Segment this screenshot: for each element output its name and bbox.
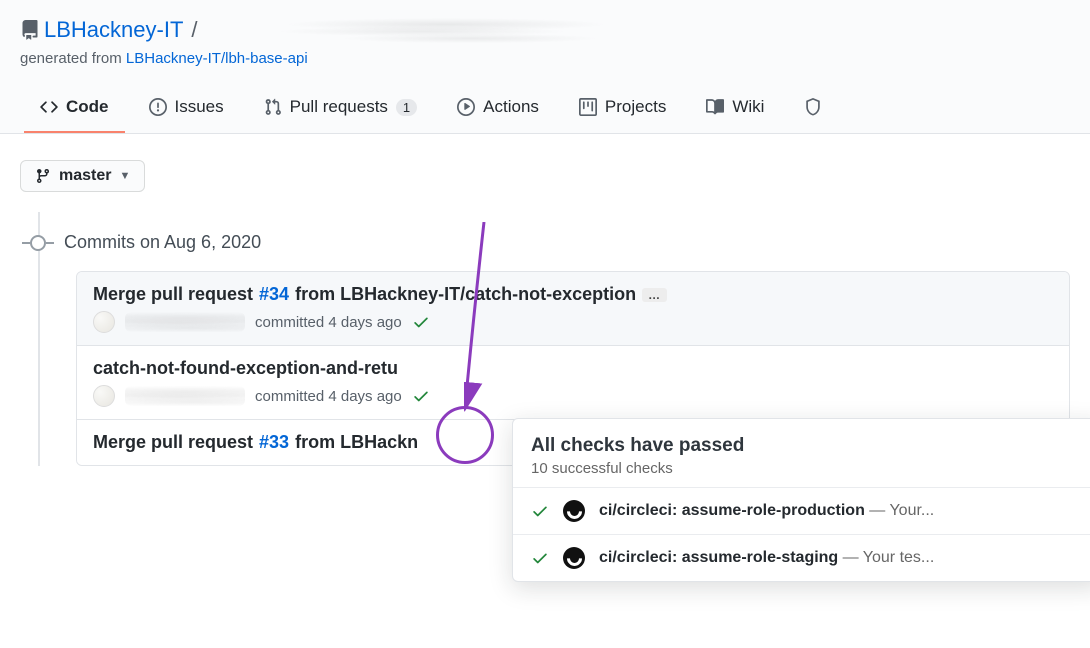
timeline-date: Commits on Aug 6, 2020 (64, 232, 261, 253)
avatar[interactable] (93, 385, 115, 407)
nav-actions-label: Actions (483, 97, 539, 117)
check-name: ci/circleci: assume-role-production (599, 502, 865, 519)
annotation-arrow (464, 222, 504, 412)
author-redacted (125, 386, 245, 406)
nav-pulls-label: Pull requests (290, 97, 388, 117)
generated-label: generated from (20, 50, 126, 67)
repo-name-redacted (206, 16, 686, 44)
repo-header: LBHackney-IT / generated from LBHackney-… (0, 0, 1090, 134)
commit-node-icon (30, 235, 46, 251)
annotation-circle (436, 406, 494, 464)
commit-item: catch-not-found-exception-and-retu commi… (77, 346, 1069, 420)
pulls-count-badge: 1 (396, 99, 417, 116)
branch-name: master (59, 167, 111, 185)
commit-time: committed 4 days ago (255, 388, 402, 405)
branch-selector[interactable]: master ▼ (20, 160, 145, 192)
commit-title-prefix: Merge pull request (93, 432, 253, 453)
pr-link[interactable]: #34 (259, 284, 289, 305)
tab-security[interactable] (788, 88, 822, 132)
check-row[interactable]: ci/circleci: assume-role-staging — Your … (513, 535, 1090, 581)
template-link[interactable]: LBHackney-IT/lbh-base-api (126, 50, 308, 67)
issues-icon (149, 98, 167, 116)
commit-meta: committed 4 days ago (93, 385, 1053, 407)
repo-title-row: LBHackney-IT / (20, 16, 1070, 44)
check-name: ci/circleci: assume-role-staging (599, 549, 838, 566)
check-success-icon (531, 502, 549, 520)
circleci-icon (563, 547, 585, 569)
actions-icon (457, 98, 475, 116)
nav-projects-label: Projects (605, 97, 666, 117)
check-success-icon (531, 549, 549, 567)
check-trail: — Your... (865, 502, 934, 519)
repo-icon (20, 20, 40, 40)
tab-code[interactable]: Code (24, 87, 125, 133)
commit-title-suffix: from LBHackn (295, 432, 418, 453)
repo-generated-from: generated from LBHackney-IT/lbh-base-api (20, 50, 1070, 67)
pull-request-icon (264, 98, 282, 116)
owner-link[interactable]: LBHackney-IT (44, 17, 183, 43)
pr-link[interactable]: #33 (259, 432, 289, 453)
repo-nav: Code Issues Pull requests 1 Actions Proj… (20, 87, 1070, 133)
commit-title[interactable]: Merge pull request #34 from LBHackney-IT… (93, 284, 1053, 305)
tab-actions[interactable]: Actions (441, 87, 555, 133)
wiki-icon (706, 98, 724, 116)
tab-projects[interactable]: Projects (563, 87, 682, 133)
popover-subtitle: 10 successful checks (531, 460, 1083, 477)
status-check-icon[interactable] (412, 313, 430, 331)
tab-wiki[interactable]: Wiki (690, 87, 780, 133)
checks-popover: All checks have passed 10 successful che… (512, 418, 1090, 582)
commit-timeline: Commits on Aug 6, 2020 Merge pull reques… (20, 232, 1070, 466)
popover-title: All checks have passed (531, 435, 1083, 457)
main-content: master ▼ Commits on Aug 6, 2020 Merge pu… (0, 134, 1090, 492)
commit-title-text: catch-not-found-exception-and-retu (93, 358, 398, 379)
branch-icon (35, 168, 51, 184)
nav-wiki-label: Wiki (732, 97, 764, 117)
expand-message-button[interactable]: … (642, 288, 667, 302)
check-row[interactable]: ci/circleci: assume-role-production — Yo… (513, 488, 1090, 535)
projects-icon (579, 98, 597, 116)
commit-title[interactable]: catch-not-found-exception-and-retu (93, 358, 1053, 379)
owner-separator: / (187, 17, 201, 43)
tab-issues[interactable]: Issues (133, 87, 240, 133)
tab-pulls[interactable]: Pull requests 1 (248, 87, 434, 133)
shield-icon (804, 98, 822, 116)
commit-meta: committed 4 days ago (93, 311, 1053, 333)
timeline-date-marker: Commits on Aug 6, 2020 (20, 232, 1070, 253)
commit-item: Merge pull request #34 from LBHackney-IT… (77, 272, 1069, 346)
check-rows: ci/circleci: assume-role-production — Yo… (513, 487, 1090, 581)
author-redacted (125, 312, 245, 332)
chevron-down-icon: ▼ (119, 170, 130, 182)
status-check-icon[interactable] (412, 387, 430, 405)
circleci-icon (563, 500, 585, 522)
popover-header: All checks have passed 10 successful che… (513, 419, 1090, 487)
check-trail: — Your tes... (838, 549, 934, 566)
code-icon (40, 98, 58, 116)
nav-code-label: Code (66, 97, 109, 117)
avatar[interactable] (93, 311, 115, 333)
commit-title-prefix: Merge pull request (93, 284, 253, 305)
commit-time: committed 4 days ago (255, 314, 402, 331)
nav-issues-label: Issues (175, 97, 224, 117)
